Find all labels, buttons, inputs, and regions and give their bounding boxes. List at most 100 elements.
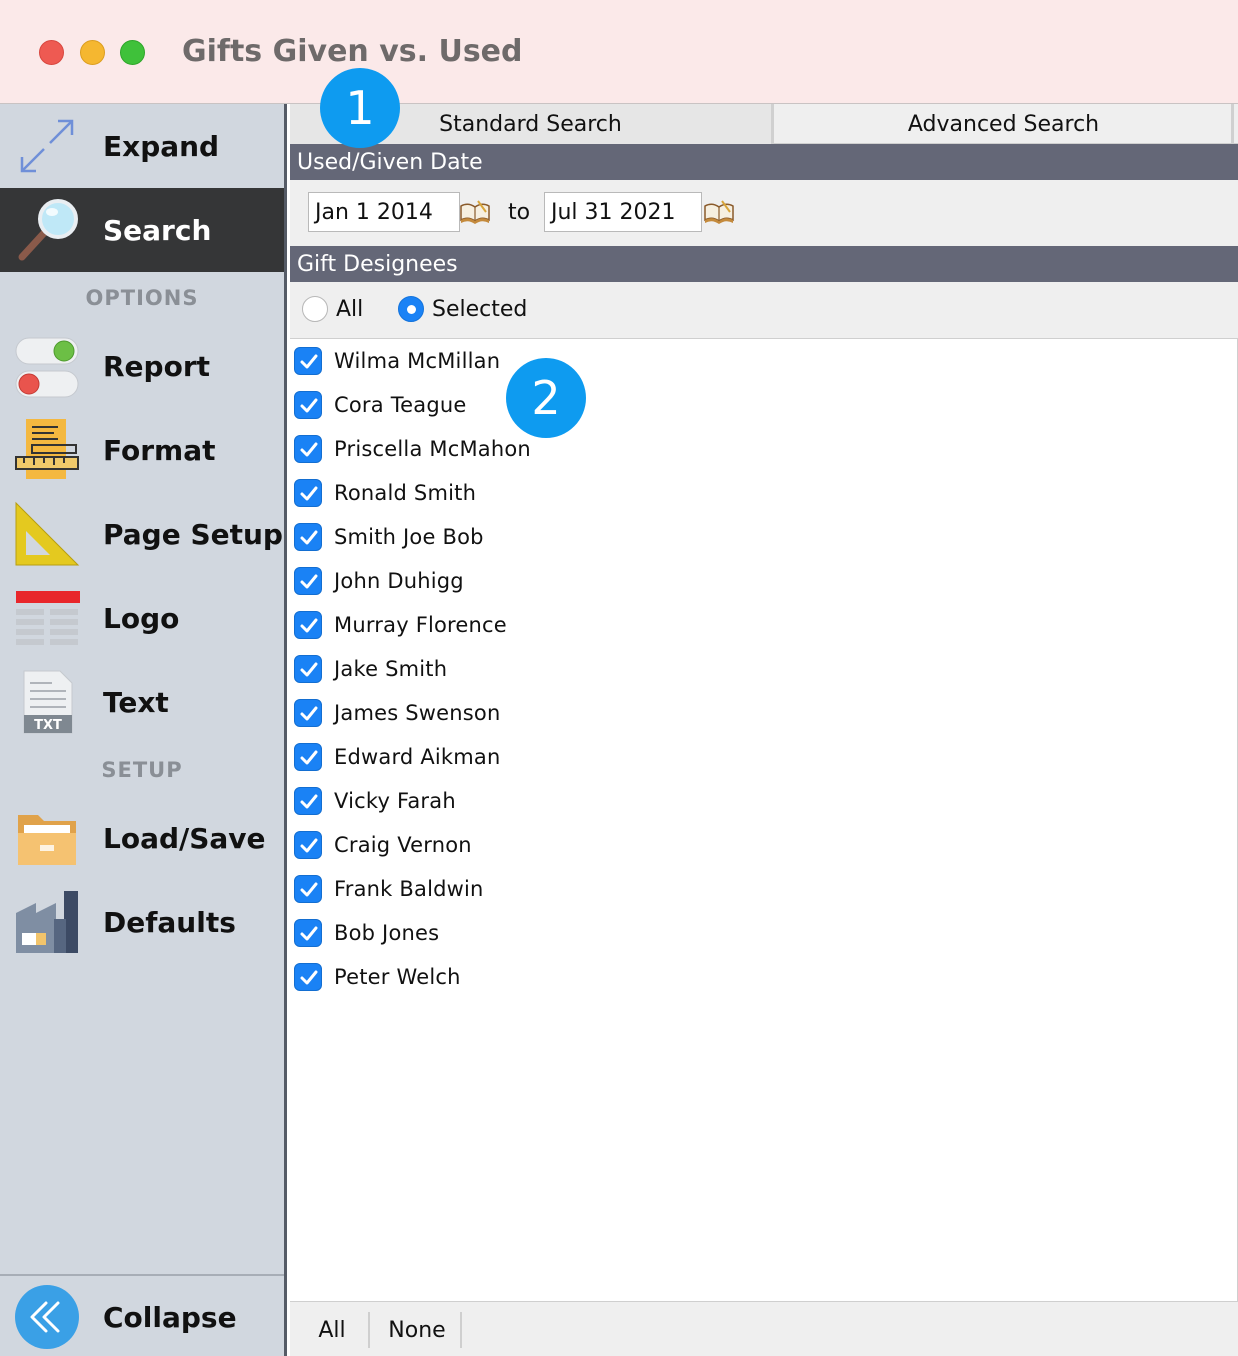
list-item[interactable]: Craig Vernon xyxy=(290,823,1230,867)
checkbox[interactable] xyxy=(294,655,322,683)
checkbox[interactable] xyxy=(294,435,322,463)
minimize-window-button[interactable] xyxy=(80,40,105,65)
sidebar-item-label: Defaults xyxy=(103,905,236,939)
list-item[interactable]: James Swenson xyxy=(290,691,1230,735)
list-item[interactable]: Smith Joe Bob xyxy=(290,515,1230,559)
folder-icon xyxy=(14,805,80,871)
select-all-button[interactable]: All xyxy=(296,1312,370,1348)
bottom-button-bar: All None xyxy=(290,1302,1238,1356)
options-heading: OPTIONS xyxy=(85,286,199,310)
checkbox[interactable] xyxy=(294,699,322,727)
select-none-button[interactable]: None xyxy=(374,1312,462,1348)
zoom-window-button[interactable] xyxy=(120,40,145,65)
sidebar-item-search[interactable]: Search xyxy=(0,188,284,272)
window-title: Gifts Given vs. Used xyxy=(182,34,523,69)
list-item[interactable]: Jake Smith xyxy=(290,647,1230,691)
sidebar-item-text[interactable]: TXT Text xyxy=(0,660,284,744)
sidebar: Expand Search OPTIONS Report Format Page… xyxy=(0,104,287,1356)
list-item-label: Bob Jones xyxy=(334,921,440,945)
sidebar-item-label: Logo xyxy=(103,601,180,635)
list-item[interactable]: Bob Jones xyxy=(290,911,1230,955)
list-item[interactable]: Peter Welch xyxy=(290,955,1230,999)
sidebar-item-label: Search xyxy=(103,213,212,247)
txt-file-icon: TXT xyxy=(14,669,80,735)
list-item-label: Ronald Smith xyxy=(334,481,477,505)
from-date-field[interactable]: Jan 1 2014 xyxy=(308,192,460,232)
sidebar-item-expand[interactable]: Expand xyxy=(0,104,284,188)
list-item-label: Craig Vernon xyxy=(334,833,472,857)
sidebar-item-label: Collapse xyxy=(103,1300,237,1334)
list-item[interactable]: Frank Baldwin xyxy=(290,867,1230,911)
list-item-label: Cora Teague xyxy=(334,393,467,417)
to-date-field[interactable]: Jul 31 2021 xyxy=(544,192,702,232)
checkbox[interactable] xyxy=(294,919,322,947)
svg-text:TXT: TXT xyxy=(34,718,62,733)
list-item-label: Smith Joe Bob xyxy=(334,525,484,549)
checkbox[interactable] xyxy=(294,611,322,639)
sidebar-item-load-save[interactable]: Load/Save xyxy=(0,796,284,880)
radio-selected-label: Selected xyxy=(432,297,528,322)
setup-heading: SETUP xyxy=(101,758,183,782)
sidebar-item-collapse[interactable]: Collapse xyxy=(0,1276,284,1356)
sidebar-item-page-setup[interactable]: Page Setup xyxy=(0,492,284,576)
logo-layout-icon xyxy=(14,585,80,651)
close-window-button[interactable] xyxy=(39,40,64,65)
collapse-bar: Collapse xyxy=(0,1274,284,1356)
checkmark-icon xyxy=(300,442,318,457)
checkbox[interactable] xyxy=(294,523,322,551)
list-item[interactable]: Murray Florence xyxy=(290,603,1230,647)
checkbox[interactable] xyxy=(294,567,322,595)
designee-scope-radios: All Selected xyxy=(290,282,1238,338)
calendar-book-icon[interactable] xyxy=(458,198,492,226)
list-item[interactable]: John Duhigg xyxy=(290,559,1230,603)
used-given-date-header: Used/Given Date xyxy=(290,144,1238,180)
checkmark-icon xyxy=(300,354,318,369)
sidebar-item-defaults[interactable]: Defaults xyxy=(0,880,284,964)
list-item-label: Vicky Farah xyxy=(334,789,456,813)
list-item[interactable]: Vicky Farah xyxy=(290,779,1230,823)
checkmark-icon xyxy=(300,838,318,853)
checkbox[interactable] xyxy=(294,347,322,375)
checkmark-icon xyxy=(300,706,318,721)
designee-list[interactable]: Wilma McMillan Cora Teague Priscella McMah… xyxy=(290,338,1238,1302)
checkbox[interactable] xyxy=(294,963,322,991)
list-item-label: Murray Florence xyxy=(334,613,507,637)
radio-selected[interactable] xyxy=(398,296,424,322)
checkbox[interactable] xyxy=(294,479,322,507)
list-item-label: James Swenson xyxy=(334,701,501,725)
list-item[interactable]: Cora Teague xyxy=(290,383,1230,427)
checkbox[interactable] xyxy=(294,743,322,771)
to-label: to xyxy=(508,200,531,225)
list-item[interactable]: Priscella McMahon xyxy=(290,427,1230,471)
tab-advanced-search[interactable]: Advanced Search xyxy=(776,104,1234,144)
checkbox[interactable] xyxy=(294,787,322,815)
checkbox[interactable] xyxy=(294,831,322,859)
callout-badge-1: 1 xyxy=(320,68,400,148)
list-item[interactable]: Edward Aikman xyxy=(290,735,1230,779)
calendar-book-icon[interactable] xyxy=(702,198,736,226)
radio-all-label: All xyxy=(336,297,364,322)
list-item-label: Frank Baldwin xyxy=(334,877,484,901)
sidebar-item-label: Expand xyxy=(103,129,220,163)
checkmark-icon xyxy=(300,618,318,633)
sidebar-item-logo[interactable]: Logo xyxy=(0,576,284,660)
checkmark-icon xyxy=(300,398,318,413)
sidebar-item-report[interactable]: Report xyxy=(0,324,284,408)
checkmark-icon xyxy=(300,750,318,765)
search-tabs: Standard Search Advanced Search xyxy=(290,104,1238,144)
sidebar-item-format[interactable]: Format xyxy=(0,408,284,492)
radio-all[interactable] xyxy=(302,296,328,322)
list-item[interactable]: Ronald Smith xyxy=(290,471,1230,515)
checkbox[interactable] xyxy=(294,391,322,419)
list-item[interactable]: Wilma McMillan xyxy=(290,339,1230,383)
list-item-label: Priscella McMahon xyxy=(334,437,531,461)
double-chevron-left-icon xyxy=(14,1284,80,1350)
list-item-label: Jake Smith xyxy=(334,657,448,681)
list-item-label: Wilma McMillan xyxy=(334,349,501,373)
list-item-label: Edward Aikman xyxy=(334,745,501,769)
magnifier-icon xyxy=(14,197,80,263)
checkbox[interactable] xyxy=(294,875,322,903)
list-item-label: John Duhigg xyxy=(334,569,464,593)
checkmark-icon xyxy=(300,926,318,941)
checkmark-icon xyxy=(300,662,318,677)
